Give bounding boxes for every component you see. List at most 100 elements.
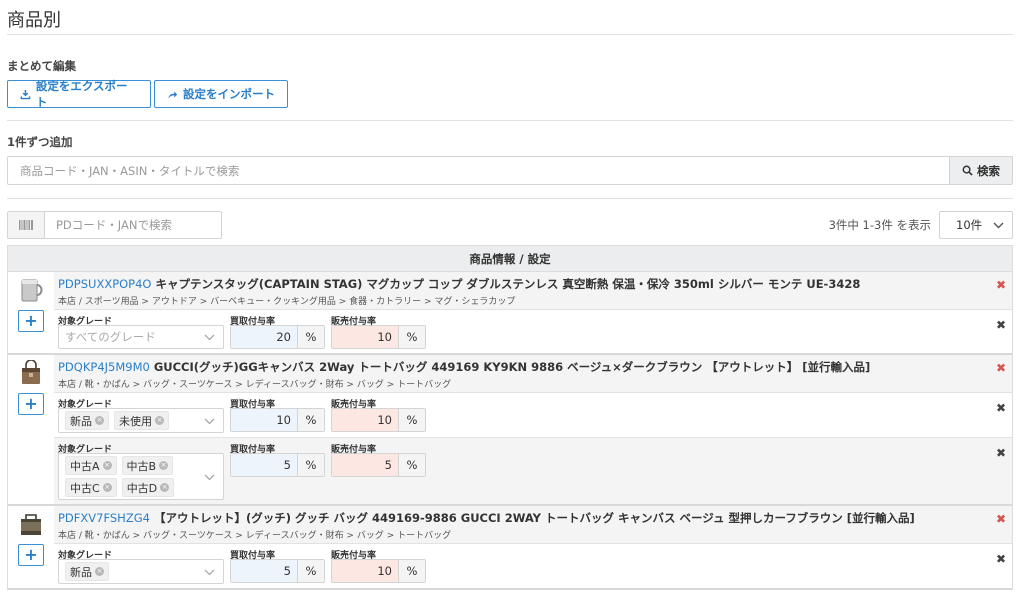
buy-rate-input[interactable]: 20 [231,326,297,348]
setting-row: 対象グレード すべてのグレード 買取付与率 20% 販売付与率 10% ✖ [54,309,1012,353]
delete-setting-icon[interactable]: ✖ [996,401,1006,415]
per-page-value: 10件 [956,218,983,232]
grade-field: 対象グレード すべてのグレード [58,314,224,349]
grade-field: 対象グレード 新品 × [58,548,224,584]
sell-rate-label: 販売付与率 [331,551,377,561]
sell-rate-input-group: 10% [331,408,426,432]
buy-rate-input-group: 10% [230,408,325,432]
remove-tag-icon[interactable]: × [102,483,112,492]
sell-rate-input[interactable]: 5 [332,454,398,476]
product-code-link[interactable]: PDFXV7FSHZG4 [58,511,150,525]
percent-addon: % [398,454,425,476]
add-setting-button[interactable]: + [18,310,44,332]
grade-select[interactable]: 中古A × 中古B × 中古C × 中古D × [58,453,224,500]
product-table: 商品情報 / 設定 + PDPSUXXPOP4O キャプテンスタッグ(CAPTAI… [7,245,1013,590]
thumbnail-column: + [8,506,54,588]
delete-product-icon[interactable]: ✖ [996,512,1006,526]
percent-addon: % [297,454,324,476]
product-code-link[interactable]: PDPSUXXPOP4O [58,277,152,291]
grade-placeholder: すべてのグレード [65,330,156,344]
page-title: 商品別 [7,10,61,31]
grade-tags: 新品 × [65,562,109,581]
bulk-edit-label: まとめて編集 [7,59,76,73]
thumbnail-column: + [8,355,54,504]
sell-rate-input-group: 10% [331,325,426,349]
buy-rate-input-group: 5% [230,453,325,477]
sell-rate-input-group: 5% [331,453,426,477]
product-search-input[interactable]: 商品コード・JAN・ASIN・タイトルで検索 [7,156,949,185]
grade-label: 対象グレード [58,551,113,561]
pd-search-input[interactable]: PDコード・JANで検索 [45,211,222,239]
search-icon [962,165,973,176]
download-icon [20,89,31,99]
remove-tag-icon[interactable]: × [160,483,170,492]
sell-rate-field: 販売付与率 5% [331,442,426,500]
percent-addon: % [398,560,425,582]
chevron-down-icon [993,222,1004,228]
product-title-line: PDPSUXXPOP4O キャプテンスタッグ(CAPTAIN STAG) マグカ… [58,276,1012,292]
product-code-link[interactable]: PDQKP4J5M9M0 [58,360,150,374]
export-settings-label: 設定をエクスポート [35,79,128,109]
percent-addon: % [297,409,324,431]
import-settings-button[interactable]: 設定をインポート [154,80,288,108]
grade-tag: 未使用 × [114,411,169,430]
setting-row: 対象グレード 中古A × 中古B × 中古C × 中古D × 買取付与率 5% 販売付与率 5% ✖ [54,437,1012,504]
grade-field: 対象グレード 新品 × 未使用 × [58,397,224,433]
add-one-label: 1件ずつ追加 [7,135,73,149]
product-title: キャプテンスタッグ(CAPTAIN STAG) マグカップ コップ ダブルステン… [155,277,861,291]
chevron-down-icon [204,330,215,344]
percent-addon: % [297,326,324,348]
sell-rate-input[interactable]: 10 [332,409,398,431]
remove-tag-icon[interactable]: × [102,461,112,470]
delete-product-icon[interactable]: ✖ [996,278,1006,292]
sell-rate-field: 販売付与率 10% [331,397,426,433]
product-info: PDQKP4J5M9M0 GUCCI(グッチ)GGキャンバス 2Way トートバ… [54,355,1012,504]
remove-tag-icon[interactable]: × [95,567,104,576]
grade-label: 対象グレード [58,445,113,455]
page: 商品別 まとめて編集 設定をエクスポート 設定をインポート 1件ずつ追加 商品コ… [0,0,1024,604]
per-page-select[interactable]: 10件 [939,211,1013,239]
product-rows: + PDPSUXXPOP4O キャプテンスタッグ(CAPTAIN STAG) マグ… [8,272,1012,590]
buy-rate-input[interactable]: 10 [231,409,297,431]
product-category: 本店 / 靴・かばん > バッグ・スーツケース > レディースバッグ・財布 > … [58,380,452,390]
remove-tag-icon[interactable]: × [155,416,164,425]
buy-rate-label: 買取付与率 [230,551,276,561]
delete-setting-icon[interactable]: ✖ [996,318,1006,332]
barcode-icon [19,220,33,230]
remove-tag-icon[interactable]: × [95,416,104,425]
add-setting-button[interactable]: + [18,393,44,415]
chevron-down-icon [204,414,215,428]
list-toolbar: PDコード・JANで検索 3件中 1-3件 を表示 10件 [7,211,1013,239]
grade-tag: 中古D × [121,478,175,497]
product-title-line: PDQKP4J5M9M0 GUCCI(グッチ)GGキャンバス 2Way トートバ… [58,359,1012,375]
grade-tags: 中古A × 中古B × 中古C × 中古D × [65,456,204,497]
product-header: PDFXV7FSHZG4 【アウトレット】(グッチ) グッチ バッグ 44916… [54,506,1012,543]
delete-setting-icon[interactable]: ✖ [996,552,1006,566]
grade-select[interactable]: 新品 × 未使用 × [58,408,224,433]
buy-rate-input[interactable]: 5 [231,454,297,476]
sell-rate-field: 販売付与率 10% [331,314,426,349]
export-settings-button[interactable]: 設定をエクスポート [7,79,151,109]
remove-tag-icon[interactable]: × [159,461,169,470]
product-row: + PDPSUXXPOP4O キャプテンスタッグ(CAPTAIN STAG) マグ… [8,272,1012,355]
delete-product-icon[interactable]: ✖ [996,361,1006,375]
setting-row: 対象グレード 新品 × 買取付与率 5% 販売付与率 10% ✖ [54,543,1012,588]
sell-rate-input[interactable]: 10 [332,560,398,582]
search-button[interactable]: 検索 [949,156,1013,185]
thumbnail-column: + [8,272,54,353]
product-header: PDPSUXXPOP4O キャプテンスタッグ(CAPTAIN STAG) マグカ… [54,272,1012,309]
sell-rate-input-group: 10% [331,559,426,583]
grade-select[interactable]: 新品 × [58,559,224,584]
grade-tag: 中古A × [65,456,117,475]
grade-select[interactable]: すべてのグレード [58,325,224,349]
table-header: 商品情報 / 設定 [8,246,1012,272]
add-setting-button[interactable]: + [18,544,44,566]
barcode-scan-button[interactable] [7,211,45,239]
product-search: 商品コード・JAN・ASIN・タイトルで検索 検索 [7,156,1013,185]
product-row: + PDQKP4J5M9M0 GUCCI(グッチ)GGキャンバス 2Way トート… [8,355,1012,506]
product-thumbnail [17,277,45,303]
sell-rate-input[interactable]: 10 [332,326,398,348]
delete-setting-icon[interactable]: ✖ [996,446,1006,460]
buy-rate-input[interactable]: 5 [231,560,297,582]
product-title-line: PDFXV7FSHZG4 【アウトレット】(グッチ) グッチ バッグ 44916… [58,510,1012,526]
